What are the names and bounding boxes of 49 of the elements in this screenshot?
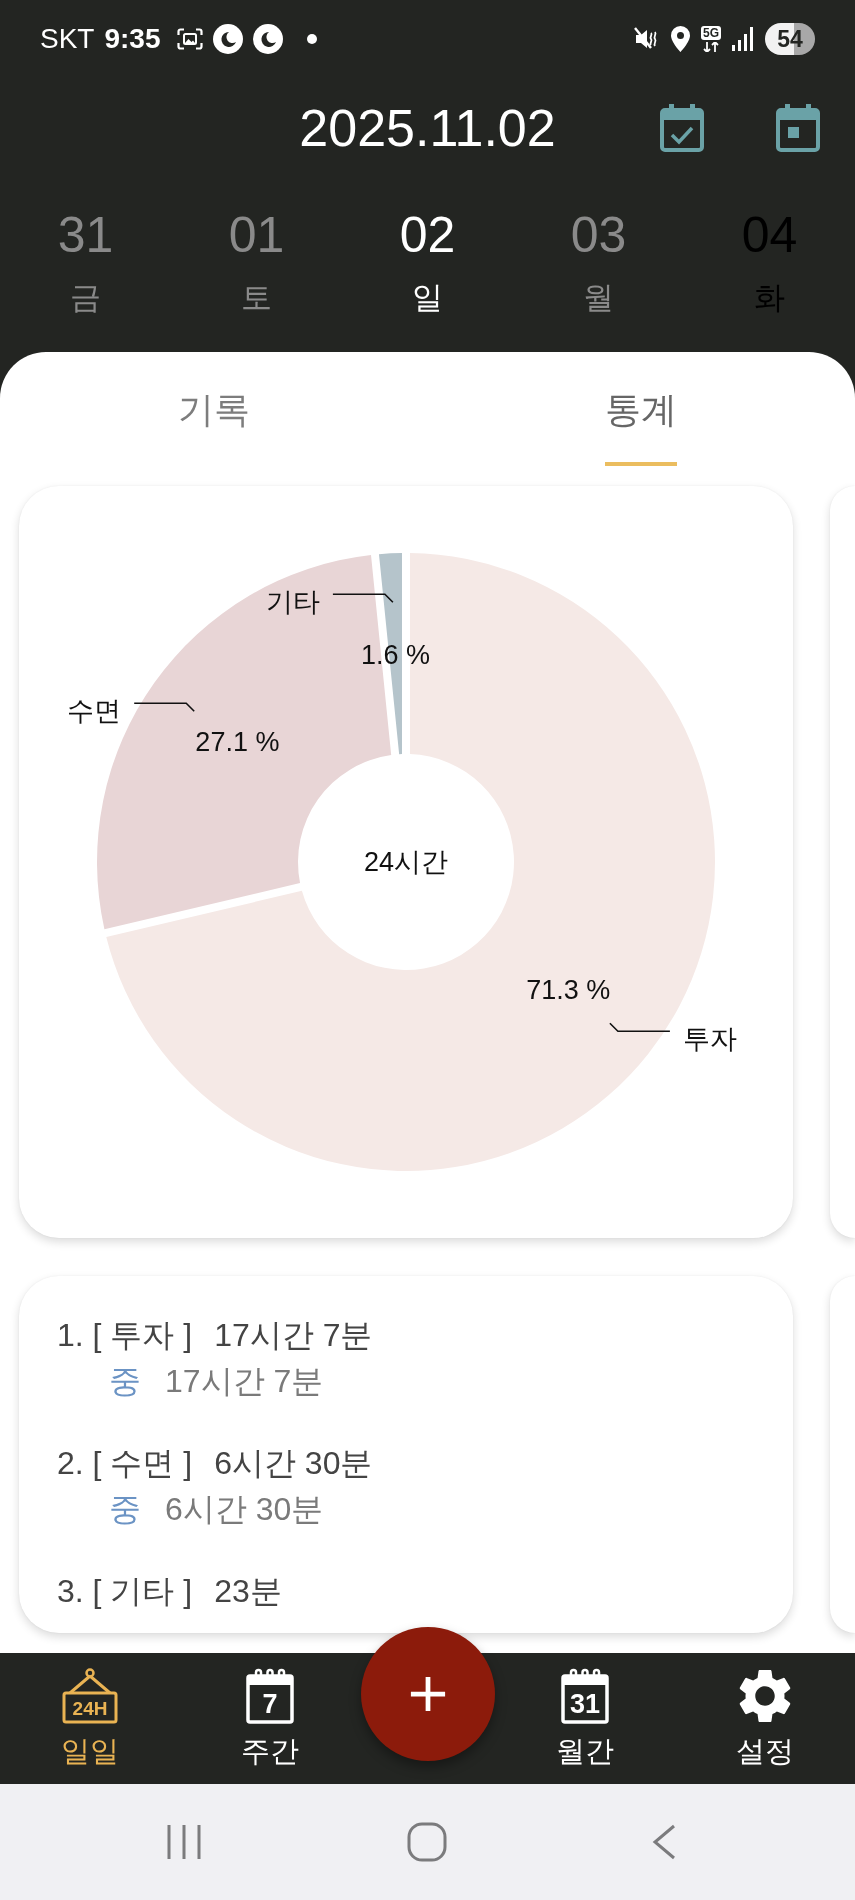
detail-duration: 17시간 7분 bbox=[165, 1362, 324, 1401]
current-date: 2025.11.02 bbox=[299, 98, 556, 158]
nav-tab[interactable]: 31 월간 bbox=[495, 1653, 675, 1784]
leader-line bbox=[133, 702, 195, 712]
day-button[interactable]: 31 금 bbox=[0, 206, 171, 318]
screenshot-icon bbox=[176, 28, 203, 50]
value-label: 1.6 % bbox=[361, 640, 431, 671]
category-label: 2. [ 수면 ] bbox=[57, 1444, 193, 1483]
battery-indicator: 54 bbox=[765, 23, 815, 55]
slice-label: 수면 bbox=[67, 696, 122, 727]
nav-tab[interactable]: 24H 일일 bbox=[0, 1653, 180, 1784]
slice-label: 투자 bbox=[682, 1024, 737, 1055]
calendar-check-icon[interactable] bbox=[660, 104, 704, 152]
tab[interactable]: 통계 bbox=[427, 352, 855, 470]
location-icon bbox=[671, 26, 690, 52]
data-arrows-icon bbox=[701, 42, 721, 52]
network-type: 5G bbox=[701, 26, 721, 40]
leader-line bbox=[332, 593, 394, 604]
home-icon[interactable] bbox=[407, 1822, 447, 1862]
leader-line bbox=[609, 1022, 671, 1033]
category-label: 3. [ 기타 ] bbox=[57, 1572, 193, 1611]
category-label: 1. [ 투자 ] bbox=[57, 1316, 193, 1355]
detail-tag: 중 bbox=[109, 1489, 141, 1529]
status-time: 9:35 bbox=[104, 23, 161, 55]
moon-icon bbox=[212, 24, 243, 54]
plus-icon bbox=[408, 1675, 447, 1713]
detail-tag: 중 bbox=[109, 1361, 141, 1401]
recent-apps-icon[interactable] bbox=[166, 1824, 202, 1860]
slice-label: 기타 bbox=[265, 587, 320, 618]
settings-icon bbox=[739, 1670, 791, 1722]
total-duration: 23분 bbox=[214, 1572, 282, 1611]
total-duration: 6시간 30분 bbox=[214, 1444, 373, 1483]
carrier-name: SKT bbox=[40, 23, 95, 55]
center-label: 24시간 bbox=[364, 847, 448, 877]
day-button[interactable]: 01 토 bbox=[171, 206, 342, 318]
notification-dot-icon bbox=[306, 34, 317, 44]
signal-icon bbox=[732, 27, 754, 51]
nav-tab[interactable]: 설정 bbox=[675, 1653, 855, 1784]
nav-tab[interactable]: 7 주간 bbox=[180, 1653, 360, 1784]
day-button[interactable]: 02 일 bbox=[342, 206, 513, 318]
value-label: 27.1 % bbox=[195, 726, 280, 757]
calendar-icon[interactable] bbox=[776, 104, 820, 152]
moon-icon bbox=[252, 24, 283, 54]
day-button[interactable]: 03 월 bbox=[513, 206, 684, 318]
value-label: 71.3 % bbox=[526, 975, 611, 1006]
back-icon[interactable] bbox=[652, 1824, 676, 1860]
total-duration: 17시간 7분 bbox=[214, 1316, 373, 1355]
detail-duration: 6시간 30분 bbox=[165, 1490, 324, 1529]
tab[interactable]: 기록 bbox=[0, 352, 428, 470]
